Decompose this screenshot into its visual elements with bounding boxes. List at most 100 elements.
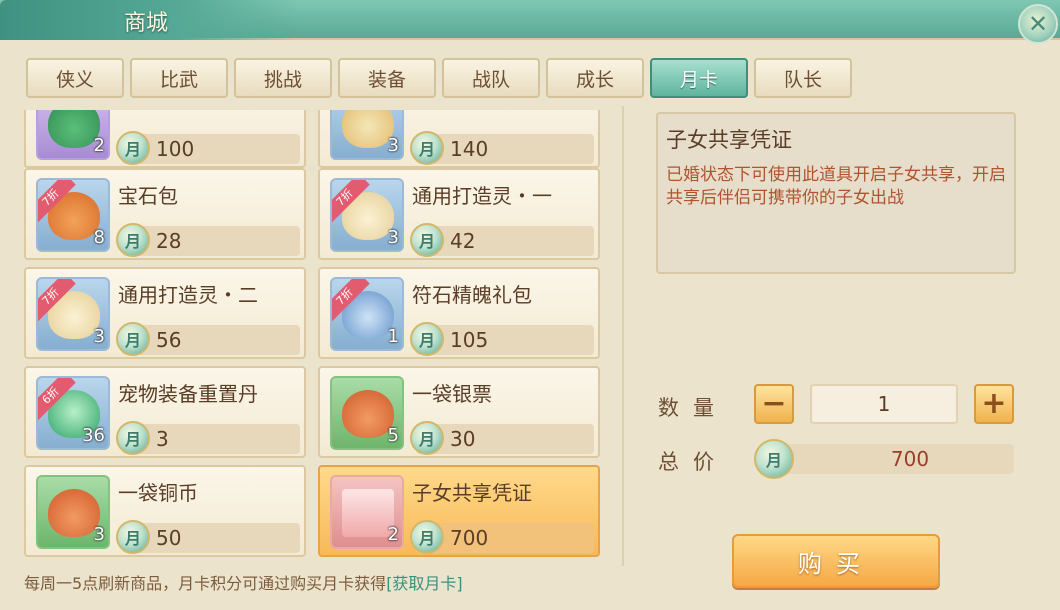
item-icon: 5 xyxy=(330,376,404,450)
tab-chengzhang[interactable]: 成长 xyxy=(546,58,644,98)
item-price: 100 xyxy=(156,137,195,161)
item-quantity: 1 xyxy=(387,326,399,347)
currency-icon: 月 xyxy=(116,322,150,356)
currency-icon: 月 xyxy=(116,421,150,455)
price-bar: 月 140 xyxy=(410,131,594,165)
item-icon: 7折 1 xyxy=(330,277,404,351)
tab-biwu[interactable]: 比武 xyxy=(130,58,228,98)
item-quantity: 36 xyxy=(82,425,105,446)
plus-icon: + xyxy=(981,386,1007,421)
item-price: 28 xyxy=(156,229,182,253)
item-quantity: 8 xyxy=(93,227,105,248)
item-quantity: 5 xyxy=(387,425,399,446)
price-bar: 月 56 xyxy=(116,322,300,356)
item-quantity: 2 xyxy=(93,135,105,156)
coin-bag-icon xyxy=(48,489,100,537)
item-price: 140 xyxy=(450,137,489,161)
item-list[interactable]: 2 月 100 3 月 140 7折 8 宝石包 月 28 7折 3 通用打造灵… xyxy=(24,110,612,562)
item-icon: 7折 3 xyxy=(36,277,110,351)
tab-zhuangbei[interactable]: 装备 xyxy=(338,58,436,98)
list-item[interactable]: 3 一袋铜币 月 50 xyxy=(24,465,306,557)
currency-icon: 月 xyxy=(410,520,444,554)
quantity-label: 数量 xyxy=(658,396,728,420)
quantity-input[interactable]: 1 xyxy=(810,384,958,424)
decrease-button[interactable]: − xyxy=(754,384,794,424)
item-price: 56 xyxy=(156,328,182,352)
close-icon: ✕ xyxy=(1027,10,1049,38)
footer-note: 每周一5点刷新商品，月卡积分可通过购买月卡获得[获取月卡] xyxy=(24,570,463,594)
item-price: 50 xyxy=(156,526,182,550)
increase-button[interactable]: + xyxy=(974,384,1014,424)
divider xyxy=(622,106,624,566)
item-name: 通用打造灵・一 xyxy=(412,184,552,208)
item-detail-panel: 子女共享凭证 已婚状态下可使用此道具开启子女共享，开启共享后伴侣可携带你的子女出… xyxy=(656,112,1016,274)
item-icon: 2 xyxy=(330,475,404,549)
price-bar: 月 30 xyxy=(410,421,594,455)
currency-icon: 月 xyxy=(410,223,444,257)
price-bar: 月 28 xyxy=(116,223,300,257)
item-icon: 6折 36 xyxy=(36,376,110,450)
item-name: 符石精魄礼包 xyxy=(412,283,532,307)
buy-button[interactable]: 购买 xyxy=(732,534,940,588)
refresh-note: 每周一5点刷新商品，月卡积分可通过购买月卡获得 xyxy=(24,574,387,593)
total-price-bar: 月 700 xyxy=(754,439,1014,479)
money-bag-icon xyxy=(342,390,394,438)
title-bar: 商城 ✕ xyxy=(0,0,1060,44)
get-monthly-card-link[interactable]: [获取月卡] xyxy=(386,574,463,593)
category-tabs: 侠义 比武 挑战 装备 战队 成长 月卡 队长 xyxy=(26,58,852,98)
close-button[interactable]: ✕ xyxy=(1018,4,1058,44)
item-icon: 2 xyxy=(36,110,110,160)
list-item-selected[interactable]: 2 子女共享凭证 月 700 xyxy=(318,465,600,557)
price-bar: 月 100 xyxy=(116,131,300,165)
minus-icon: − xyxy=(761,386,787,421)
item-name: 宠物装备重置丹 xyxy=(118,382,258,406)
item-quantity: 3 xyxy=(387,135,399,156)
item-icon: 7折 8 xyxy=(36,178,110,252)
list-item[interactable]: 3 月 140 xyxy=(318,110,600,168)
price-bar: 月 50 xyxy=(116,520,300,554)
list-item[interactable]: 2 月 100 xyxy=(24,110,306,168)
currency-icon: 月 xyxy=(410,421,444,455)
tab-zhandui[interactable]: 战队 xyxy=(442,58,540,98)
list-item[interactable]: 7折 8 宝石包 月 28 xyxy=(24,168,306,260)
item-price: 3 xyxy=(156,427,169,451)
item-price: 105 xyxy=(450,328,489,352)
list-item[interactable]: 5 一袋银票 月 30 xyxy=(318,366,600,458)
list-item[interactable]: 6折 36 宠物装备重置丹 月 3 xyxy=(24,366,306,458)
price-bar: 月 105 xyxy=(410,322,594,356)
item-quantity: 3 xyxy=(93,326,105,347)
detail-description: 已婚状态下可使用此道具开启子女共享，开启共享后伴侣可携带你的子女出战 xyxy=(666,165,1006,208)
list-item[interactable]: 7折 3 通用打造灵・一 月 42 xyxy=(318,168,600,260)
item-quantity: 3 xyxy=(93,524,105,545)
gem-icon xyxy=(48,110,100,148)
currency-icon: 月 xyxy=(116,131,150,165)
window-title: 商城 xyxy=(124,11,169,36)
item-name: 通用打造灵・二 xyxy=(118,283,258,307)
pouch-icon xyxy=(342,110,394,148)
scroll-certificate-icon xyxy=(342,489,394,537)
item-price: 700 xyxy=(450,526,489,550)
item-icon: 3 xyxy=(330,110,404,160)
tab-yueka[interactable]: 月卡 xyxy=(650,58,748,98)
item-name: 一袋银票 xyxy=(412,382,492,406)
currency-icon: 月 xyxy=(754,439,794,479)
price-bar: 月 700 xyxy=(410,520,594,554)
currency-icon: 月 xyxy=(410,322,444,356)
item-name: 宝石包 xyxy=(118,184,178,208)
tab-duizhang[interactable]: 队长 xyxy=(754,58,852,98)
price-bar: 月 42 xyxy=(410,223,594,257)
list-item[interactable]: 7折 1 符石精魄礼包 月 105 xyxy=(318,267,600,359)
item-price: 42 xyxy=(450,229,476,253)
total-price: 700 xyxy=(890,447,930,471)
item-icon: 3 xyxy=(36,475,110,549)
item-price: 30 xyxy=(450,427,476,451)
detail-title: 子女共享凭证 xyxy=(666,128,792,152)
item-name: 一袋铜币 xyxy=(118,481,198,505)
item-quantity: 2 xyxy=(387,524,399,545)
tab-xiayi[interactable]: 侠义 xyxy=(26,58,124,98)
price-bar: 月 3 xyxy=(116,421,300,455)
tab-tiaozhan[interactable]: 挑战 xyxy=(234,58,332,98)
shop-window: 商城 ✕ 侠义 比武 挑战 装备 战队 成长 月卡 队长 2 月 100 3 月… xyxy=(0,0,1060,610)
currency-icon: 月 xyxy=(116,520,150,554)
list-item[interactable]: 7折 3 通用打造灵・二 月 56 xyxy=(24,267,306,359)
